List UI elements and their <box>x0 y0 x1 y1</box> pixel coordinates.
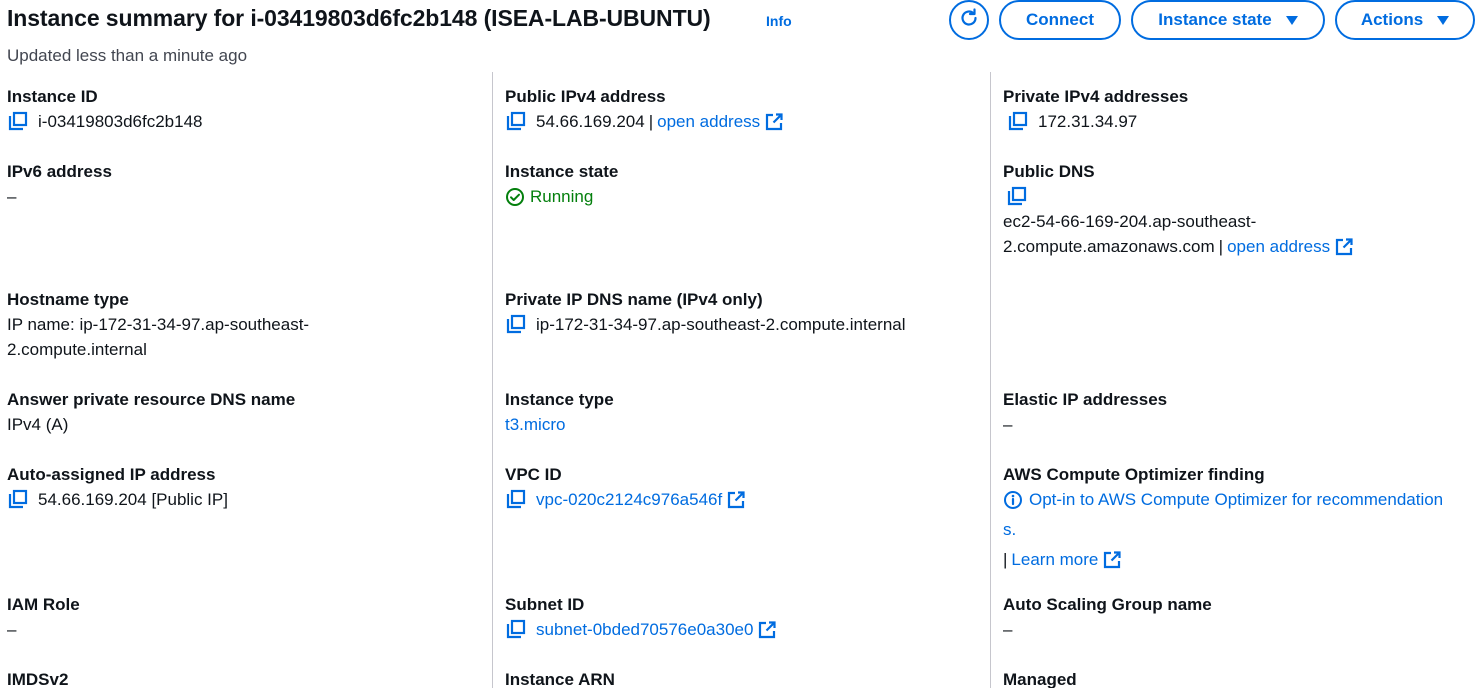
optimizer-field: AWS Compute Optimizer finding Opt-in to … <box>1003 462 1443 572</box>
instance-id-value: i-03419803d6fc2b148 <box>38 112 203 131</box>
copy-icon[interactable] <box>7 489 29 511</box>
vpc-id-link[interactable]: vpc-020c2124c976a546f <box>536 487 722 512</box>
open-address-link[interactable]: open address <box>657 109 760 134</box>
refresh-icon <box>958 7 980 34</box>
auto-ip-label: Auto-assigned IP address <box>7 465 216 484</box>
private-ipv4-label: Private IPv4 addresses <box>1003 87 1189 106</box>
private-ipv4-field: Private IPv4 addresses 172.31.34.97 <box>1003 84 1188 134</box>
separator: | <box>1003 550 1008 569</box>
column-divider <box>990 72 991 688</box>
column-divider <box>492 72 493 688</box>
connect-button[interactable]: Connect <box>999 0 1121 40</box>
subnet-id-link[interactable]: subnet-0bded70576e0a30e0 <box>536 617 753 642</box>
private-dns-label: Private IP DNS name (IPv4 only) <box>505 290 763 309</box>
connect-button-label: Connect <box>1026 10 1094 29</box>
hostname-type-value-line1: IP name: ip-172-31-34-97.ap-southeast- <box>7 315 310 334</box>
optimizer-opt-in-link[interactable]: Opt-in to AWS Compute Optimizer for reco… <box>1029 487 1443 512</box>
instance-state-button[interactable]: Instance state <box>1131 0 1325 40</box>
hostname-type-value-line2: 2.compute.internal <box>7 340 147 359</box>
instance-type-field: Instance type t3.micro <box>505 387 614 437</box>
answer-dns-value: IPv4 (A) <box>7 415 69 434</box>
ipv6-field: IPv6 address – <box>7 159 112 209</box>
hostname-type-field: Hostname type IP name: ip-172-31-34-97.a… <box>7 287 309 362</box>
public-dns-field: Public DNS ec2-54-66-169-204.ap-southeas… <box>1003 159 1353 259</box>
subnet-id-field: Subnet ID subnet-0bded70576e0a30e0 <box>505 592 777 642</box>
external-link-icon[interactable] <box>727 490 745 509</box>
instance-type-link[interactable]: t3.micro <box>505 412 614 437</box>
optimizer-label: AWS Compute Optimizer finding <box>1003 465 1265 484</box>
instance-state-field-label: Instance state <box>505 162 619 181</box>
public-ipv4-label: Public IPv4 address <box>505 87 666 106</box>
copy-icon[interactable] <box>1006 186 1028 208</box>
auto-ip-value: 54.66.169.204 [Public IP] <box>38 490 228 509</box>
copy-icon[interactable] <box>505 619 527 641</box>
managed-field: Managed <box>1003 667 1077 688</box>
instance-id-field: Instance ID i-03419803d6fc2b148 <box>7 84 202 134</box>
instance-state-value: Running <box>530 187 594 206</box>
learn-more-link[interactable]: Learn more <box>1011 547 1098 572</box>
elastic-ip-label: Elastic IP addresses <box>1003 390 1168 409</box>
separator: | <box>1218 237 1224 256</box>
separator: | <box>648 112 654 131</box>
instance-state-label: Instance state <box>1158 10 1272 29</box>
asg-name-label: Auto Scaling Group name <box>1003 595 1212 614</box>
external-link-icon[interactable] <box>765 112 783 131</box>
open-address-link[interactable]: open address <box>1227 234 1330 259</box>
actions-label: Actions <box>1360 10 1424 29</box>
answer-dns-field: Answer private resource DNS name IPv4 (A… <box>7 387 295 437</box>
instance-id-label: Instance ID <box>7 87 98 106</box>
ipv6-value: – <box>7 187 17 206</box>
auto-ip-field: Auto-assigned IP address 54.66.169.204 [… <box>7 462 228 512</box>
instance-arn-field: Instance ARN <box>505 667 615 688</box>
caret-down-icon <box>1285 15 1298 25</box>
status-check-icon <box>505 187 525 207</box>
answer-dns-label: Answer private resource DNS name <box>7 390 296 409</box>
page-title: Instance summary for i-03419803d6fc2b148… <box>7 5 711 31</box>
copy-icon[interactable] <box>505 314 527 336</box>
vpc-id-field: VPC ID vpc-020c2124c976a546f <box>505 462 745 512</box>
instance-state-field: Instance state Running <box>505 159 618 209</box>
caret-down-icon <box>1437 15 1450 25</box>
ipv6-label: IPv6 address <box>7 162 112 181</box>
public-ipv4-value: 54.66.169.204 <box>536 112 645 131</box>
iam-role-value: – <box>7 620 17 639</box>
private-dns-field: Private IP DNS name (IPv4 only) ip-172-3… <box>505 287 906 337</box>
info-circle-icon <box>1003 490 1023 510</box>
vpc-id-label: VPC ID <box>505 465 562 484</box>
elastic-ip-value: – <box>1003 415 1013 434</box>
elastic-ip-field: Elastic IP addresses – <box>1003 387 1167 437</box>
hostname-type-label: Hostname type <box>7 290 129 309</box>
imdsv2-field: IMDSv2 <box>7 667 68 688</box>
subnet-id-label: Subnet ID <box>505 595 585 614</box>
external-link-icon[interactable] <box>1103 550 1121 569</box>
imdsv2-label: IMDSv2 <box>7 670 69 688</box>
copy-icon[interactable] <box>1007 111 1029 133</box>
private-dns-value: ip-172-31-34-97.ap-southeast-2.compute.i… <box>536 315 906 334</box>
asg-name-value: – <box>1003 620 1013 639</box>
public-dns-value-line2: 2.compute.amazonaws.com <box>1003 237 1215 256</box>
public-dns-value-line1: ec2-54-66-169-204.ap-southeast- <box>1003 212 1257 231</box>
external-link-icon[interactable] <box>758 620 777 639</box>
refresh-button[interactable] <box>949 0 989 40</box>
public-dns-label: Public DNS <box>1003 162 1095 181</box>
private-ipv4-value: 172.31.34.97 <box>1038 112 1138 131</box>
asg-name-field: Auto Scaling Group name – <box>1003 592 1212 642</box>
managed-label: Managed <box>1003 670 1077 688</box>
info-link[interactable]: Info <box>766 13 792 29</box>
updated-text: Updated less than a minute ago <box>7 46 248 65</box>
instance-type-label: Instance type <box>505 390 614 409</box>
external-link-icon[interactable] <box>1335 237 1353 256</box>
public-ipv4-field: Public IPv4 address 54.66.169.204 | open… <box>505 84 783 134</box>
instance-arn-label: Instance ARN <box>505 670 615 688</box>
iam-role-field: IAM Role – <box>7 592 80 642</box>
iam-role-label: IAM Role <box>7 595 80 614</box>
actions-button[interactable]: Actions <box>1335 0 1475 40</box>
copy-icon[interactable] <box>505 111 527 133</box>
optimizer-opt-in-link-cont[interactable]: s. <box>1003 517 1443 542</box>
copy-icon[interactable] <box>505 489 527 511</box>
copy-icon[interactable] <box>7 111 29 133</box>
